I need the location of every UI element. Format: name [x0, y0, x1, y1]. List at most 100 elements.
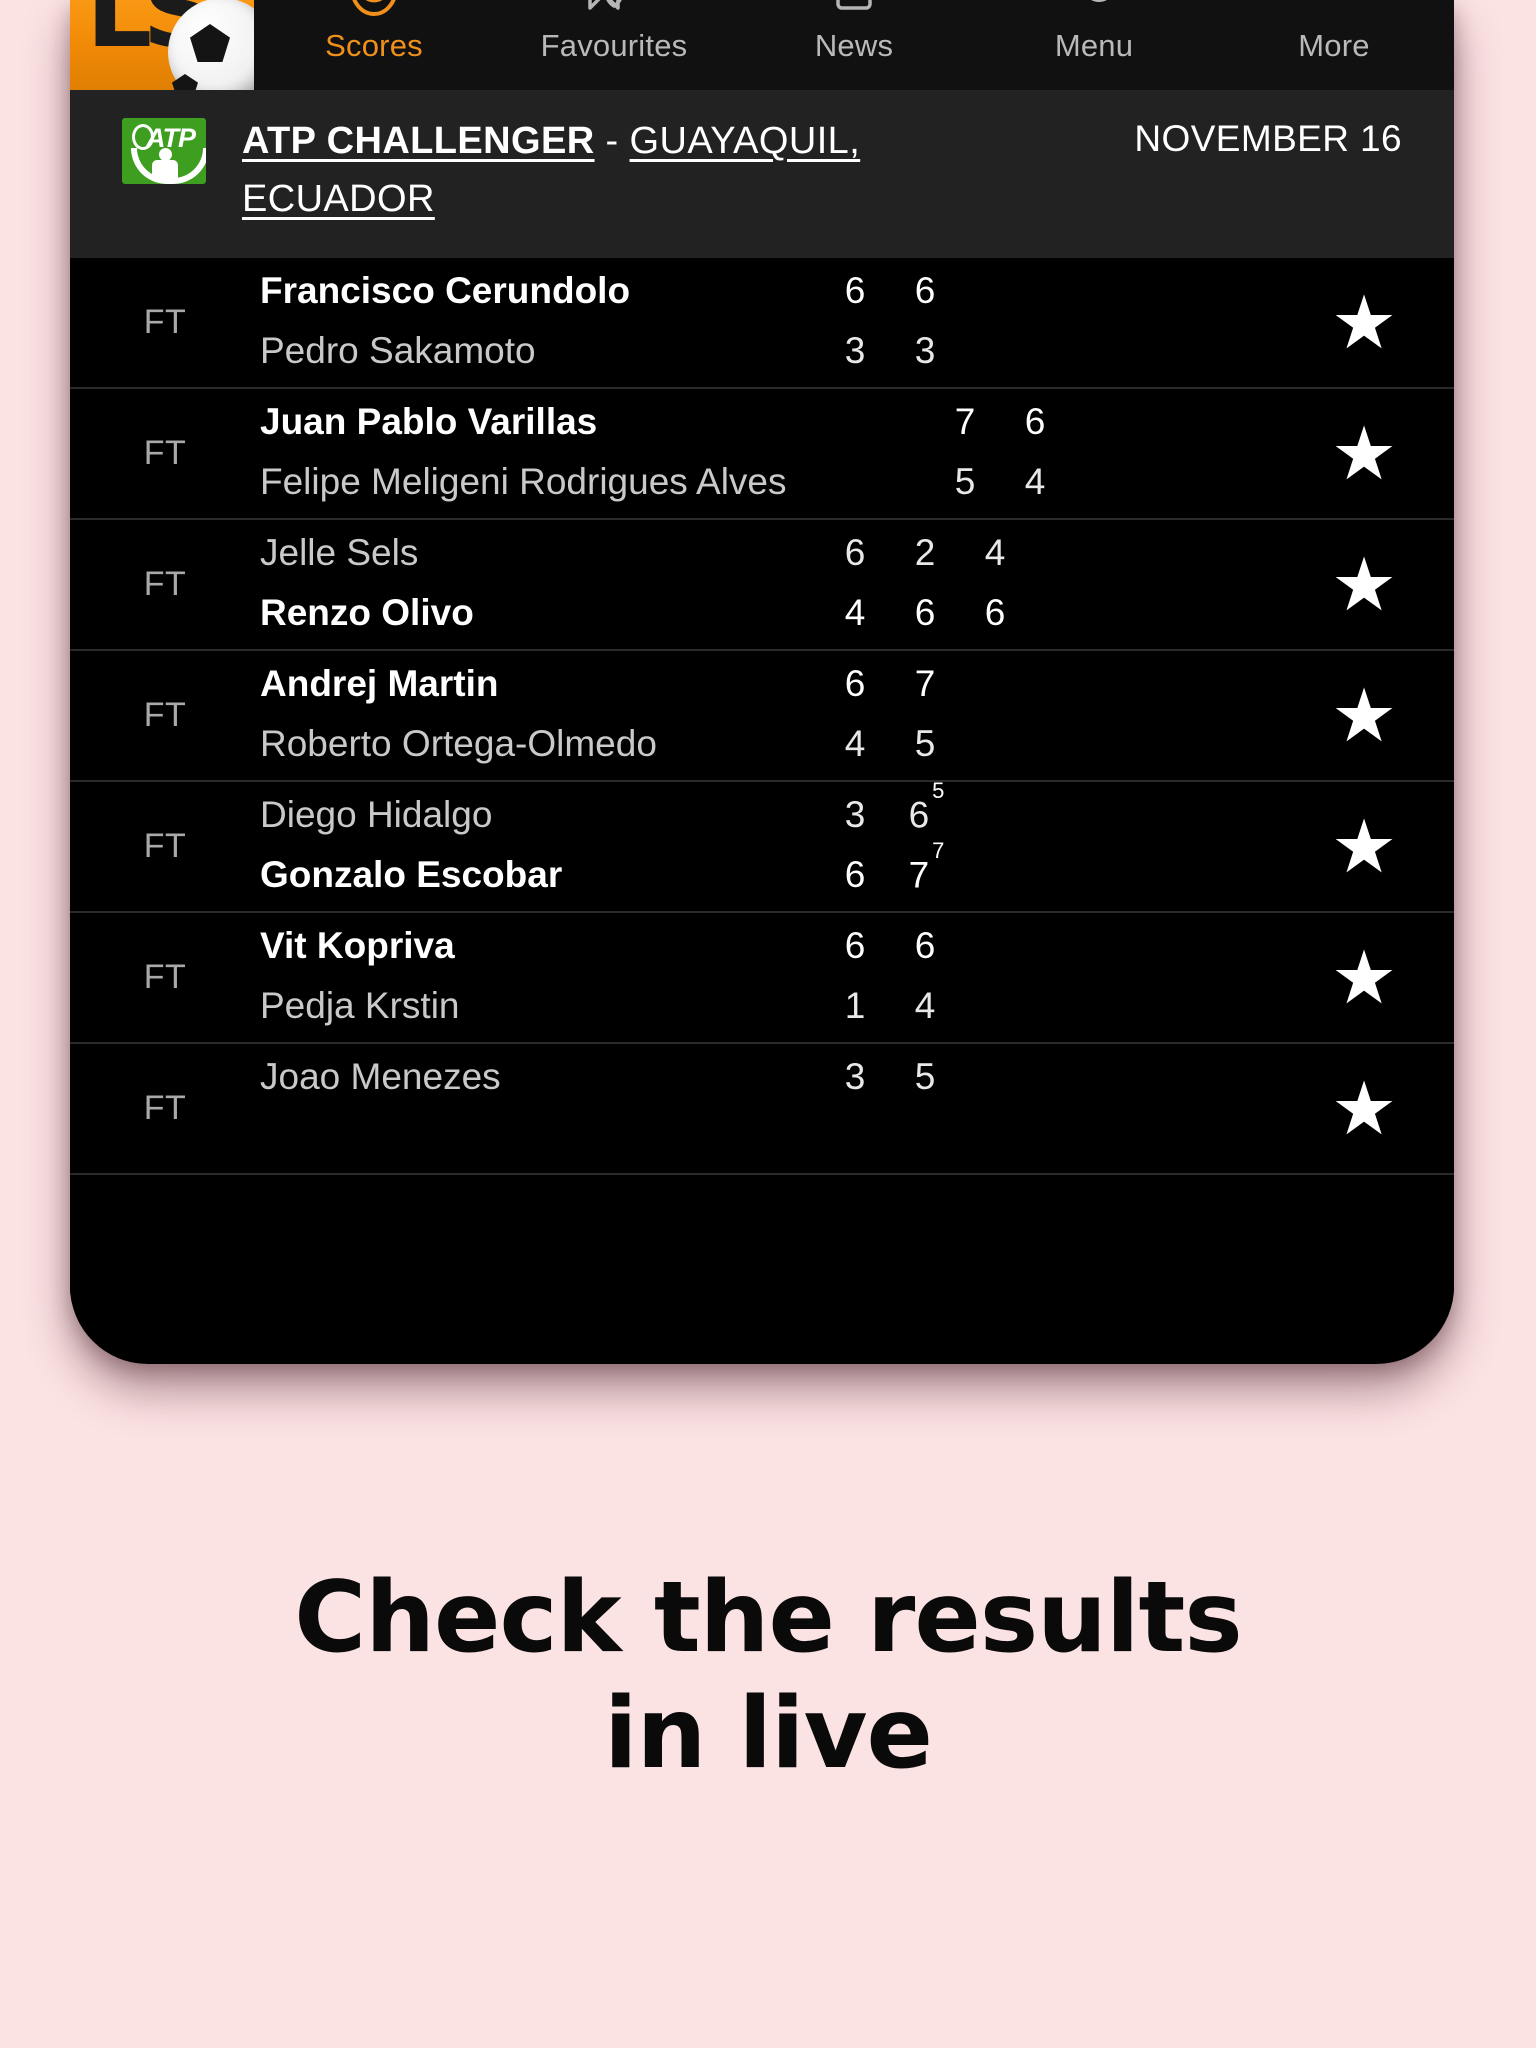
app-logo[interactable]: LS	[70, 0, 254, 90]
star-bookmark-icon	[584, 0, 644, 26]
league-name[interactable]: ATP CHALLENGER	[242, 120, 595, 162]
player-name: Joao Menezes	[260, 1055, 501, 1097]
player-name: Pedro Sakamoto	[260, 329, 536, 371]
player-name: Juan Pablo Varillas	[260, 400, 598, 442]
set-scores: 3 3	[820, 330, 960, 372]
set-score: 6	[914, 924, 936, 966]
league-title-wrap: ATP CHALLENGER - GUAYAQUIL, ECUADOR	[242, 112, 942, 228]
set-score: 6	[844, 269, 866, 311]
favourite-toggle[interactable]: ★	[1274, 678, 1454, 753]
set-score: 3	[844, 793, 866, 835]
menu-circles-icon	[1065, 0, 1123, 26]
caption-line-2: in live	[603, 1677, 933, 1791]
player-line: Vit Kopriva 6 6	[260, 925, 1264, 971]
news-document-icon	[826, 0, 882, 26]
nav-item-news[interactable]: News	[752, 0, 957, 66]
favourite-toggle[interactable]: ★	[1274, 411, 1454, 495]
player-name: Pedja Krstin	[260, 984, 460, 1026]
match-teams: Francisco Cerundolo 6 6 Pedro Sakamoto 3…	[260, 270, 1274, 376]
nav-item-favourites[interactable]: Favourites	[512, 0, 717, 66]
table-row[interactable]: FT Juan Pablo Varillas 7 6 Felipe Melige…	[70, 389, 1454, 520]
set-score: 3	[914, 329, 936, 371]
set-scores: 4 5	[820, 723, 960, 765]
set-score: 6	[914, 591, 936, 633]
phone-mockup: LS Scores Favourites News Menu More ATP …	[62, 0, 1462, 1370]
match-teams: Jelle Sels 6 2 4 Renzo Olivo 4 6 6	[260, 532, 1274, 638]
favourite-toggle[interactable]: ★	[1274, 804, 1454, 888]
player-name: Renzo Olivo	[260, 591, 474, 633]
league-header[interactable]: ATP ATP CHALLENGER - GUAYAQUIL, ECUADOR …	[70, 90, 1454, 258]
set-scores: 6 7	[820, 663, 960, 705]
nav-label-news: News	[814, 28, 894, 63]
league-title: ATP CHALLENGER - GUAYAQUIL, ECUADOR	[242, 112, 942, 228]
nav-label-more: More	[1298, 28, 1370, 63]
player-body-shape	[152, 160, 178, 180]
league-separator: -	[594, 120, 630, 162]
star-icon: ★	[1330, 411, 1398, 495]
set-score: 6	[984, 591, 1006, 633]
set-score: 2	[914, 531, 936, 573]
favourite-toggle[interactable]: ★	[1274, 285, 1454, 360]
set-scores: 5 4	[930, 461, 1070, 503]
table-row[interactable]: FT Andrej Martin 6 7 Roberto Ortega-Olme…	[70, 651, 1454, 782]
set-score: 4	[984, 531, 1006, 573]
table-row[interactable]: FT Vit Kopriva 6 6 Pedja Krstin 1 4 ★	[70, 913, 1454, 1044]
player-name: Roberto Ortega-Olmedo	[260, 722, 657, 764]
player-line: Renzo Olivo 4 6 6	[260, 592, 1264, 638]
star-icon: ★	[1330, 1066, 1398, 1150]
set-score: 7	[954, 400, 976, 442]
set-scores: 3 65	[820, 778, 960, 836]
player-name: Vit Kopriva	[260, 924, 455, 966]
set-score: 6	[914, 269, 936, 311]
set-score: 7	[908, 853, 930, 895]
table-row[interactable]: FT Joao Menezes 3 5 ★	[70, 1044, 1454, 1175]
set-score: 6	[844, 853, 866, 895]
set-score: 6	[1024, 400, 1046, 442]
set-scores: 3 5	[820, 1056, 960, 1098]
table-row[interactable]: FT Francisco Cerundolo 6 6 Pedro Sakamot…	[70, 258, 1454, 389]
favourite-toggle[interactable]: ★	[1274, 940, 1454, 1015]
set-score: 3	[844, 1055, 866, 1097]
match-status: FT	[143, 958, 187, 996]
star-icon: ★	[1330, 804, 1398, 888]
match-status: FT	[143, 1089, 187, 1127]
set-score: 4	[844, 722, 866, 764]
table-row[interactable]: FT Diego Hidalgo 3 65 Gonzalo Escobar 6	[70, 778, 1454, 913]
table-row[interactable]: FT Jelle Sels 6 2 4 Renzo Olivo 4 6 6 ★	[70, 520, 1454, 651]
set-score-with-tiebreak: 77	[890, 838, 960, 896]
nav-label-menu: Menu	[1054, 28, 1134, 63]
player-name: Felipe Meligeni Rodrigues Alves	[260, 460, 787, 502]
nav-label-scores: Scores	[325, 28, 423, 63]
nav-item-menu[interactable]: Menu	[992, 0, 1197, 66]
set-score: 4	[844, 591, 866, 633]
player-line: Francisco Cerundolo 6 6	[260, 270, 1264, 316]
nav-item-scores[interactable]: Scores	[272, 0, 477, 66]
set-scores: 6 2 4	[820, 532, 1030, 574]
player-line: Juan Pablo Varillas 7 6	[260, 401, 1264, 447]
match-status: FT	[143, 827, 187, 865]
set-scores: 6 6	[820, 925, 960, 967]
player-line: Jelle Sels 6 2 4	[260, 532, 1264, 578]
set-score: 6	[844, 531, 866, 573]
set-score: 3	[844, 329, 866, 371]
match-status: FT	[143, 696, 187, 734]
nav-items: Scores Favourites News Menu More	[254, 0, 1454, 90]
player-line: Joao Menezes 3 5	[260, 1056, 1264, 1102]
nav-item-more[interactable]: More	[1232, 0, 1437, 66]
set-score: 7	[914, 662, 936, 704]
set-scores: 1 4	[820, 985, 960, 1027]
caption-line-1: Check the results	[294, 1561, 1242, 1675]
star-icon: ★	[1330, 542, 1398, 626]
set-scores: 4 6 6	[820, 592, 1030, 634]
player-line: Felipe Meligeni Rodrigues Alves 5 4	[260, 461, 1264, 507]
match-teams: Joao Menezes 3 5	[260, 1056, 1274, 1162]
set-scores: 7 6	[930, 401, 1070, 443]
match-teams: Diego Hidalgo 3 65 Gonzalo Escobar 6 77	[260, 778, 1274, 900]
top-navigation-bar: LS Scores Favourites News Menu More	[70, 0, 1454, 90]
tiebreak-score: 5	[932, 777, 945, 803]
favourite-toggle[interactable]: ★	[1274, 542, 1454, 626]
player-line: Roberto Ortega-Olmedo 4 5	[260, 723, 1264, 769]
player-name: Jelle Sels	[260, 531, 419, 573]
favourite-toggle[interactable]: ★	[1274, 1066, 1454, 1150]
phone-screen: LS Scores Favourites News Menu More ATP …	[70, 0, 1454, 1360]
